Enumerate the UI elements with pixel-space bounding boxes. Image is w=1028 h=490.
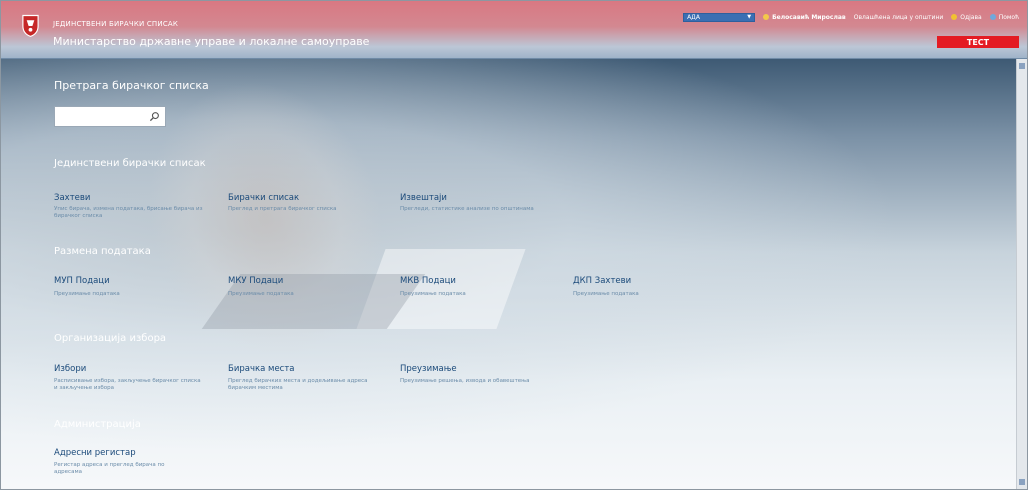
app-title: Министарство државне управе и локалне са… xyxy=(53,35,370,48)
section-title-elections: Организација избора xyxy=(54,333,167,344)
search-icon[interactable] xyxy=(149,111,160,122)
logout-label: Одјава xyxy=(960,13,982,21)
scroll-up-icon[interactable] xyxy=(1019,63,1025,69)
search-box[interactable] xyxy=(54,106,166,129)
link-mup-data[interactable]: МУП Подаци xyxy=(54,276,110,286)
link-polling-stations-desc: Преглед бирачких места и додељивање адре… xyxy=(228,378,368,391)
link-reports-desc: Прегледи, статистике анализе по општинам… xyxy=(400,206,534,212)
section-title-exchange: Размена података xyxy=(54,246,151,257)
section-title-jbs: Јединствени бирачки списак xyxy=(54,158,206,169)
municipality-select[interactable]: АДА ▼ xyxy=(683,12,756,22)
link-mkv-data-desc: Преузимање података xyxy=(400,291,466,297)
link-mkv-data[interactable]: МКВ Подаци xyxy=(400,276,456,286)
authorized-persons-link[interactable]: Овлашћена лица у општини xyxy=(854,14,944,21)
link-elections-desc: Расписивање избора, закључење бирачког с… xyxy=(54,378,201,391)
link-dkp-requests-desc: Преузимање података xyxy=(573,291,639,297)
link-mku-data[interactable]: МКУ Подаци xyxy=(228,276,283,286)
link-requests[interactable]: Захтеви xyxy=(54,193,90,203)
search-input[interactable] xyxy=(55,110,153,129)
link-voter-list-desc: Преглед и претрага бирачког списка xyxy=(228,206,337,212)
link-reports[interactable]: Извештаји xyxy=(400,193,447,203)
logout-icon xyxy=(951,14,958,20)
user-icon xyxy=(763,14,770,20)
link-elections[interactable]: Избори xyxy=(54,364,86,374)
section-title-admin: Администрација xyxy=(54,419,141,430)
user-name[interactable]: Белосавић Мирослав xyxy=(763,14,846,21)
link-downloads-desc: Преузимање решења, извода и обавештења xyxy=(400,378,530,384)
chevron-down-icon: ▼ xyxy=(747,14,752,20)
scroll-down-icon[interactable] xyxy=(1019,479,1025,485)
search-title: Претрага бирачког списка xyxy=(54,79,209,92)
link-dkp-requests[interactable]: ДКП Захтеви xyxy=(573,276,631,286)
logout-link[interactable]: Одјава xyxy=(951,13,982,21)
user-name-label: Белосавић Мирослав xyxy=(772,13,846,21)
app-window: ЈЕДИНСТВЕНИ БИРАЧКИ СПИСАК Министарство … xyxy=(0,0,1028,490)
help-link[interactable]: Помоћ xyxy=(989,13,1019,21)
link-requests-desc: Упис бирача, измена података, брисање би… xyxy=(54,206,203,219)
link-mup-data-desc: Преузимање података xyxy=(54,291,120,297)
app-subtitle: ЈЕДИНСТВЕНИ БИРАЧКИ СПИСАК xyxy=(53,20,179,28)
help-label: Помоћ xyxy=(998,13,1019,21)
link-address-register-desc: Регистар адреса и преглед бирача по адре… xyxy=(54,462,165,475)
link-polling-stations[interactable]: Бирачка места xyxy=(228,364,295,374)
vertical-scrollbar[interactable] xyxy=(1016,59,1027,489)
header: ЈЕДИНСТВЕНИ БИРАЧКИ СПИСАК Министарство … xyxy=(1,1,1027,59)
link-mku-data-desc: Преузимање података xyxy=(228,291,294,297)
authorized-persons-label: Овлашћена лица у општини xyxy=(853,13,944,21)
link-address-register[interactable]: Адресни регистар xyxy=(54,448,136,458)
help-icon xyxy=(989,14,996,20)
link-voter-list[interactable]: Бирачки списак xyxy=(228,193,299,203)
environment-badge: ТЕСТ xyxy=(937,36,1019,48)
coat-of-arms-icon xyxy=(22,14,39,38)
link-downloads[interactable]: Преузимање xyxy=(400,364,457,374)
header-tools: АДА ▼ Белосавић Мирослав Овлашћена лица … xyxy=(683,11,1019,23)
municipality-select-value: АДА xyxy=(687,13,700,21)
